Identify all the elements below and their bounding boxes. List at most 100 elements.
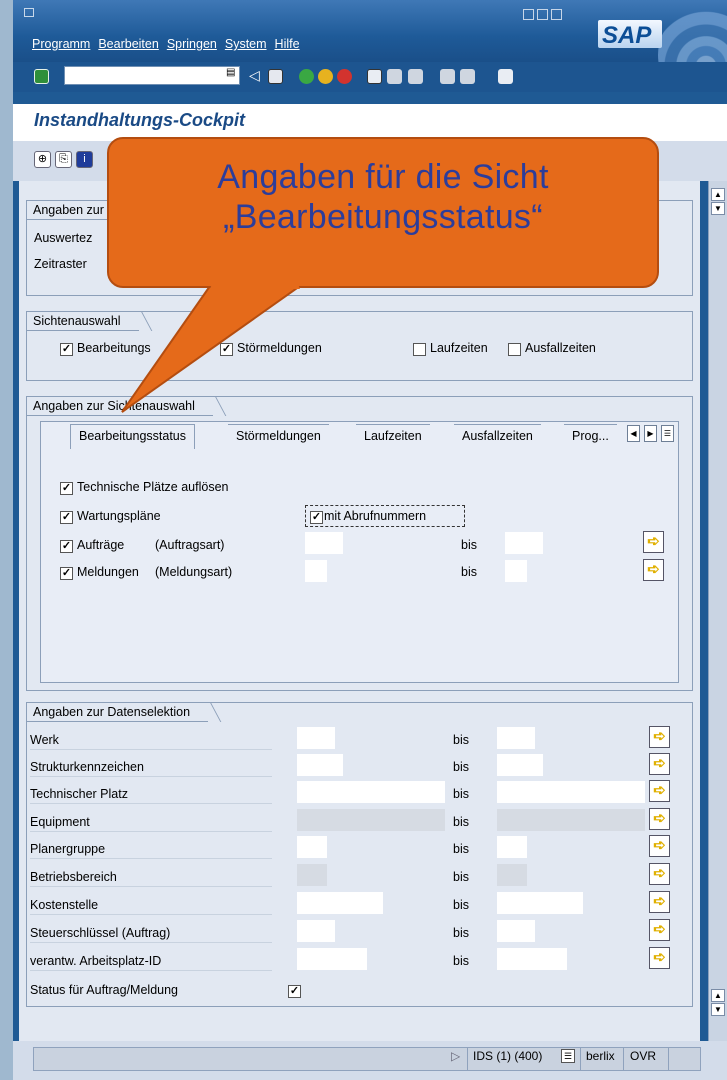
info-icon[interactable]: i (76, 151, 93, 168)
system-menu-icon[interactable] (24, 8, 34, 17)
multiple-selection-button[interactable]: ➪ (643, 531, 664, 553)
tab-ausfallzeiten[interactable]: Ausfallzeiten (454, 424, 541, 449)
input-auftragsart-from[interactable] (305, 532, 343, 554)
checkbox-bearbeitungsstatus[interactable]: ✓ (60, 343, 73, 356)
input-equipment-to[interactable] (497, 809, 645, 831)
checkbox-stoermeldungen[interactable]: ✓ (220, 343, 233, 356)
tab-scroll-right-icon[interactable]: ▶ (644, 425, 657, 442)
back-icon[interactable] (299, 69, 314, 84)
maximize-icon[interactable] (537, 9, 548, 20)
input-arbeitsplatz-id-to[interactable] (497, 948, 567, 970)
multiple-selection-button[interactable]: ➪ (649, 919, 670, 941)
callout-line-1: Angaben für die Sicht (217, 158, 549, 196)
checkbox-meldungen[interactable]: ✓ (60, 567, 73, 580)
multiple-selection-button[interactable]: ➪ (649, 780, 670, 802)
previous-page-icon[interactable] (460, 69, 475, 84)
input-steuerschluessel-from[interactable] (297, 920, 335, 942)
input-betriebsbereich-to[interactable] (497, 864, 527, 886)
checkbox-status-auftrag-meldung[interactable]: ✓ (288, 985, 301, 998)
label-betriebsbereich: Betriebsbereich (30, 866, 272, 887)
input-werk-to[interactable] (497, 727, 535, 749)
find-icon[interactable] (387, 69, 402, 84)
input-planergruppe-to[interactable] (497, 836, 527, 858)
input-steuerschluessel-to[interactable] (497, 920, 535, 942)
input-planergruppe-from[interactable] (297, 836, 327, 858)
find-next-icon[interactable] (408, 69, 423, 84)
cancel-icon[interactable] (337, 69, 352, 84)
multiple-selection-button[interactable]: ➪ (643, 559, 664, 581)
menu-system[interactable]: System (225, 37, 267, 51)
input-betriebsbereich-from[interactable] (297, 864, 327, 886)
checkbox-auftraege[interactable]: ✓ (60, 540, 73, 553)
command-field-dropdown-icon[interactable]: ▤ (226, 67, 238, 83)
label-technische-plaetze: Technische Plätze auflösen (77, 480, 229, 494)
input-strukturkennzeichen-to[interactable] (497, 754, 543, 776)
close-icon[interactable] (551, 9, 562, 20)
input-kostenstelle-to[interactable] (497, 892, 583, 914)
tab-scroll-left-icon[interactable]: ◀ (627, 425, 640, 442)
command-field[interactable] (64, 66, 240, 85)
multiple-selection-button[interactable]: ➪ (649, 863, 670, 885)
label-bis: bis (453, 926, 469, 940)
label-bis: bis (453, 954, 469, 968)
tab-laufzeiten[interactable]: Laufzeiten (356, 424, 430, 449)
menu-hilfe[interactable]: Hilfe (275, 37, 300, 51)
multiple-selection-button[interactable]: ➪ (649, 947, 670, 969)
enter-checkmark-icon[interactable] (34, 69, 49, 84)
label-auftraege: Aufträge (77, 538, 125, 552)
multiple-selection-button[interactable]: ➪ (649, 891, 670, 913)
multiple-selection-button[interactable]: ➪ (649, 753, 670, 775)
label-laufzeiten: Laufzeiten (430, 341, 488, 355)
input-technischer-platz-to[interactable] (497, 781, 645, 803)
scroll-down-icon[interactable]: ▼ (711, 202, 725, 215)
print-icon[interactable] (367, 69, 382, 84)
label-ausfallzeiten: Ausfallzeiten (525, 341, 596, 355)
input-auftragsart-to[interactable] (505, 532, 543, 554)
exit-icon[interactable] (318, 69, 333, 84)
page-title: Instandhaltungs-Cockpit (34, 110, 245, 130)
callout-box: Angaben für die Sicht „Bearbeitungsstatu… (107, 137, 659, 288)
tab-bearbeitungsstatus[interactable]: Bearbeitungsstatus (70, 424, 196, 449)
label-auswertezeitraum: Auswertez (34, 231, 93, 245)
variant-icon[interactable]: ⎘ (55, 151, 72, 168)
label-kostenstelle: Kostenstelle (30, 894, 272, 915)
scroll-up-bottom-icon[interactable]: ▲ (711, 989, 725, 1002)
status-expand-icon[interactable]: ▷ (451, 1049, 460, 1063)
tab-prognose[interactable]: Prog... (564, 424, 617, 449)
input-werk-from[interactable] (297, 727, 335, 749)
input-meldungsart-from[interactable] (305, 560, 327, 582)
label-bearbeitungsstatus: Bearbeitungs (77, 341, 151, 355)
scroll-up-icon[interactable]: ▲ (711, 188, 725, 201)
new-session-icon[interactable] (498, 69, 513, 84)
multiple-selection-button[interactable]: ➪ (649, 726, 670, 748)
multiple-selection-button[interactable]: ➪ (649, 835, 670, 857)
label-arbeitsplatz-id: verantw. Arbeitsplatz-ID (30, 950, 272, 971)
back-arrow-icon[interactable]: ◁ (249, 66, 260, 84)
input-equipment-from[interactable] (297, 809, 445, 831)
checkbox-ausfallzeiten[interactable] (508, 343, 521, 356)
input-arbeitsplatz-id-from[interactable] (297, 948, 367, 970)
execute-icon[interactable]: ⊕ (34, 151, 51, 168)
tab-list-icon[interactable]: ☰ (661, 425, 674, 442)
save-icon[interactable] (268, 69, 283, 84)
vertical-scrollbar[interactable]: ▲ ▼ ▲ ▼ (708, 181, 727, 1041)
scroll-down-bottom-icon[interactable]: ▼ (711, 1003, 725, 1016)
checkbox-laufzeiten[interactable] (413, 343, 426, 356)
input-technischer-platz-from[interactable] (297, 781, 445, 803)
checkbox-mit-abrufnummern[interactable]: ✓ (310, 511, 323, 524)
input-meldungsart-to[interactable] (505, 560, 527, 582)
menu-springen[interactable]: Springen (167, 37, 217, 51)
checkbox-technische-plaetze[interactable]: ✓ (60, 482, 73, 495)
menu-programm[interactable]: Programm (32, 37, 90, 51)
multiple-selection-button[interactable]: ➪ (649, 808, 670, 830)
label-bis: bis (453, 760, 469, 774)
minimize-icon[interactable] (523, 9, 534, 20)
checkbox-wartungsplaene[interactable]: ✓ (60, 511, 73, 524)
group-title: Angaben zur Datenselektion (26, 702, 209, 722)
input-kostenstelle-from[interactable] (297, 892, 383, 914)
first-page-icon[interactable] (440, 69, 455, 84)
tab-stoermeldungen[interactable]: Störmeldungen (228, 424, 329, 449)
input-strukturkennzeichen-from[interactable] (297, 754, 343, 776)
status-info-icon[interactable]: ☰ (561, 1049, 575, 1063)
menu-bearbeiten[interactable]: Bearbeiten (98, 37, 158, 51)
